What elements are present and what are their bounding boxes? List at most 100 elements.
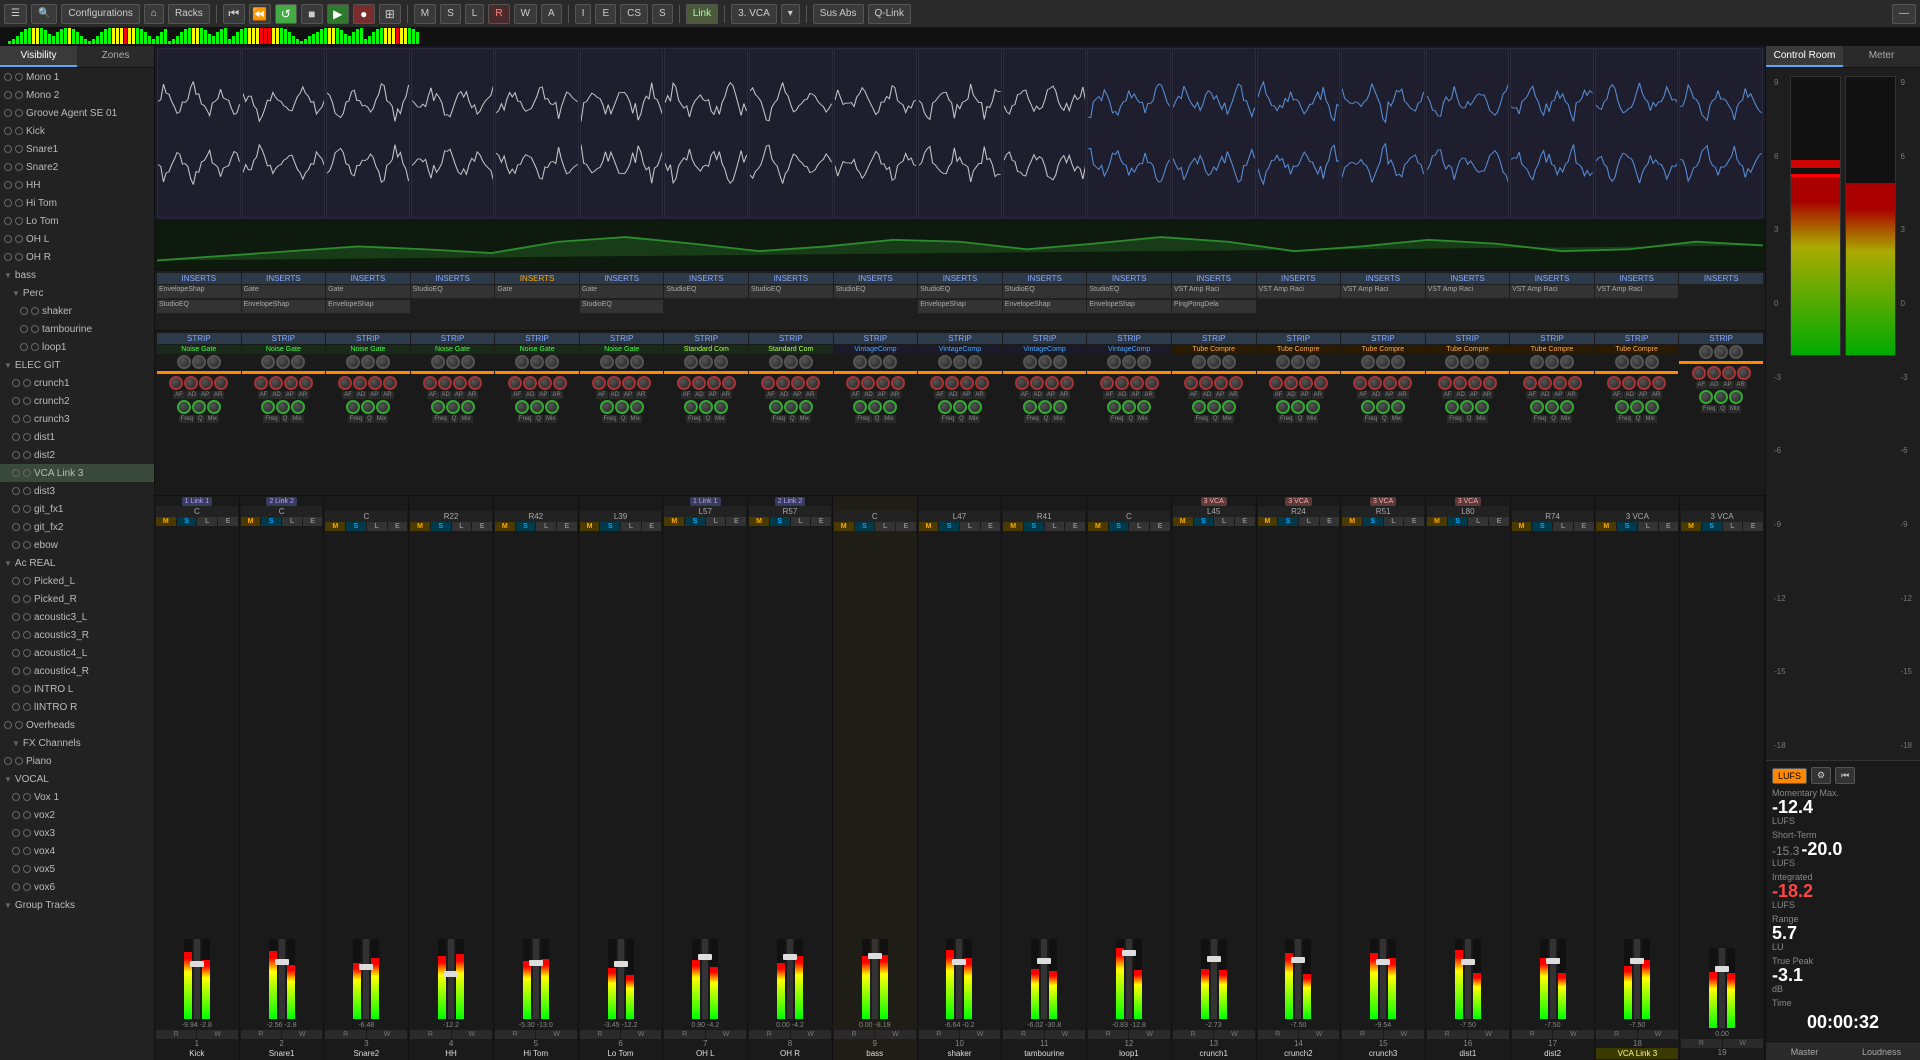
strip-knob-red[interactable]	[876, 376, 890, 390]
channel-name[interactable]: OH L	[664, 1048, 746, 1059]
sidebar-item-hi_tom[interactable]: Hi Tom	[0, 194, 154, 212]
e-btn[interactable]: E	[726, 517, 746, 526]
sidebar-item-dist3[interactable]: dist3	[0, 482, 154, 500]
sidebar-item-picked_l[interactable]: Picked_L	[0, 572, 154, 590]
strip-knob-red[interactable]	[1229, 376, 1243, 390]
strip-knob-red[interactable]	[592, 376, 606, 390]
e-btn[interactable]: E	[303, 517, 323, 526]
pan-control[interactable]: C	[241, 506, 323, 517]
strip-mini-btn[interactable]: AF	[765, 391, 777, 399]
strip-mini-btn[interactable]: AF	[1442, 391, 1454, 399]
strip-mini-btn[interactable]: AP	[1045, 391, 1057, 399]
visibility-dot-2[interactable]	[15, 181, 23, 189]
strip-knob-green[interactable]	[600, 400, 614, 414]
strip-knob[interactable]	[1560, 355, 1574, 369]
sidebar-item-shaker[interactable]: shaker	[0, 302, 154, 320]
minimize-btn[interactable]: —	[1892, 4, 1916, 24]
strip-knob-red[interactable]	[1652, 376, 1666, 390]
strip-knob-red[interactable]	[637, 376, 651, 390]
strip-knob[interactable]	[1376, 355, 1390, 369]
fader-handle[interactable]	[1715, 966, 1729, 972]
punch-btn[interactable]: ⊞	[379, 4, 401, 24]
strip-knob-red[interactable]	[1269, 376, 1283, 390]
strip-knob-red[interactable]	[184, 376, 198, 390]
strip-mini-btn[interactable]: AD	[1708, 381, 1720, 389]
channel-name[interactable]: HH	[410, 1048, 492, 1059]
strip-knob-green[interactable]	[1038, 400, 1052, 414]
e-btn[interactable]: E	[218, 517, 238, 526]
e-btn[interactable]: E	[557, 522, 577, 531]
write-btn[interactable]: W	[1214, 1030, 1254, 1039]
strip-knob[interactable]	[600, 355, 614, 369]
insert-slot[interactable]: EnvelopeShap	[326, 300, 410, 314]
strip-knob-green[interactable]	[276, 400, 290, 414]
strip-knob[interactable]	[714, 355, 728, 369]
strip-knob[interactable]	[1391, 355, 1405, 369]
strip-mini-btn[interactable]: AR	[1735, 381, 1747, 389]
strip-knob[interactable]	[853, 355, 867, 369]
sidebar-item-mono_2[interactable]: Mono 2	[0, 86, 154, 104]
fader-handle[interactable]	[1122, 950, 1136, 956]
listen-btn[interactable]: L	[1214, 517, 1234, 526]
insert-slot[interactable]: Gate	[326, 285, 410, 299]
strip-plugin-name[interactable]: VintageComp	[834, 345, 918, 354]
strip-mini-btn[interactable]: AD	[355, 391, 367, 399]
strip-knob-red[interactable]	[553, 376, 567, 390]
strip-knob-red[interactable]	[1060, 376, 1074, 390]
fader-handle[interactable]	[783, 954, 797, 960]
strip-mini-btn[interactable]: AD	[440, 391, 452, 399]
strip-knob[interactable]	[1122, 355, 1136, 369]
strip-knob-green[interactable]	[1291, 400, 1305, 414]
channel-name[interactable]: Lo Tom	[580, 1048, 662, 1059]
strip-plugin-name[interactable]: Tube Compre	[1172, 345, 1256, 354]
listen-btn[interactable]: L	[1129, 522, 1149, 531]
strip-knob[interactable]	[769, 355, 783, 369]
insert-slot[interactable]: PingPongDela	[1172, 300, 1256, 314]
mute-btn[interactable]: M	[1173, 517, 1193, 526]
visibility-dot[interactable]	[12, 433, 20, 441]
visibility-dot-2[interactable]	[15, 235, 23, 243]
visibility-dot[interactable]	[4, 109, 12, 117]
strip-knob-red[interactable]	[975, 376, 989, 390]
pan-control[interactable]: R22	[410, 511, 492, 522]
visibility-dot-2[interactable]	[23, 397, 31, 405]
strip-knob-red[interactable]	[1314, 376, 1328, 390]
sidebar-item-perc[interactable]: ▼Perc	[0, 284, 154, 302]
strip-knob[interactable]	[1023, 355, 1037, 369]
write-btn[interactable]: W	[282, 1030, 322, 1039]
strip-knob-green[interactable]	[177, 400, 191, 414]
strip-plugin-name[interactable]: VintageComp	[918, 345, 1002, 354]
strip-knob[interactable]	[1291, 355, 1305, 369]
pan-control[interactable]: 3 VCA	[1596, 511, 1678, 522]
solo-btn[interactable]: S	[516, 522, 536, 531]
mode-e[interactable]: E	[595, 4, 616, 24]
strip-knob-red[interactable]	[1722, 366, 1736, 380]
strip-knob-red[interactable]	[299, 376, 313, 390]
visibility-dot[interactable]	[4, 181, 12, 189]
strip-knob-red[interactable]	[269, 376, 283, 390]
sidebar-item-vox_1[interactable]: Vox 1	[0, 788, 154, 806]
strip-knob-red[interactable]	[423, 376, 437, 390]
qlink-btn[interactable]: Q-Link	[868, 4, 911, 24]
pan-control[interactable]: L57	[664, 506, 746, 517]
strip-knob-red[interactable]	[199, 376, 213, 390]
mute-btn[interactable]: M	[410, 522, 430, 531]
sidebar-item-ebow[interactable]: ebow	[0, 536, 154, 554]
visibility-dot[interactable]	[12, 379, 20, 387]
e-btn[interactable]: E	[1320, 517, 1340, 526]
strip-knob-green[interactable]	[1460, 400, 1474, 414]
visibility-dot-2[interactable]	[15, 145, 23, 153]
visibility-dot-2[interactable]	[15, 73, 23, 81]
pan-control[interactable]: C	[834, 511, 916, 522]
strip-knob-green[interactable]	[1376, 400, 1390, 414]
strip-mini-btn[interactable]: AF	[1696, 381, 1708, 389]
e-btn[interactable]: E	[1065, 522, 1085, 531]
visibility-dot-2[interactable]	[15, 163, 23, 171]
visibility-dot[interactable]	[12, 667, 20, 675]
listen-btn[interactable]: L	[621, 522, 641, 531]
strip-knob[interactable]	[1107, 355, 1121, 369]
mode-i[interactable]: I	[575, 4, 592, 24]
strip-knob[interactable]	[461, 355, 475, 369]
mute-btn[interactable]: M	[749, 517, 769, 526]
pan-control[interactable]: R41	[1003, 511, 1085, 522]
